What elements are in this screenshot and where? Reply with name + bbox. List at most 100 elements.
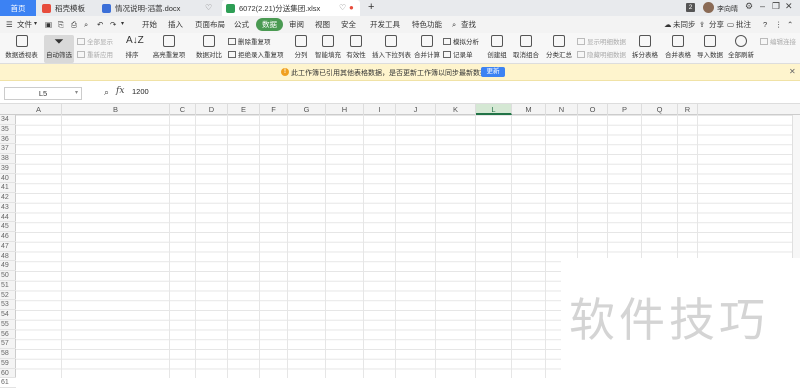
row-header[interactable]: 61: [0, 378, 16, 388]
row-header[interactable]: 49: [0, 261, 16, 271]
new-tab-button[interactable]: +: [368, 1, 374, 13]
row-header[interactable]: 42: [0, 193, 16, 203]
row-header[interactable]: 48: [0, 252, 16, 262]
fx-icon[interactable]: fx: [116, 86, 124, 96]
share-button[interactable]: 分享: [709, 18, 724, 31]
menu-file[interactable]: 文件: [17, 18, 32, 31]
user-name[interactable]: 李向晴: [717, 4, 738, 14]
show-all-button[interactable]: 全部显示: [77, 37, 113, 48]
column-header[interactable]: R: [678, 104, 698, 115]
menu-view[interactable]: 视图: [315, 18, 330, 31]
row-header[interactable]: 44: [0, 213, 16, 223]
hide-detail-button[interactable]: 隐藏明细数据: [577, 50, 626, 61]
window-count-badge[interactable]: 2: [686, 3, 695, 12]
tab-pin-icon[interactable]: ♡: [205, 3, 212, 12]
insert-dropdown-button[interactable]: 插入下拉列表: [372, 35, 411, 63]
row-header[interactable]: 46: [0, 232, 16, 242]
menu-insert[interactable]: 插入: [168, 18, 183, 31]
save-icon[interactable]: ▣: [45, 18, 52, 31]
more-icon[interactable]: ⋮: [775, 18, 783, 31]
tab-pin-icon[interactable]: ♡: [339, 3, 346, 12]
column-header[interactable]: D: [196, 104, 228, 115]
row-header[interactable]: 52: [0, 291, 16, 301]
avatar[interactable]: [703, 2, 714, 13]
minimize-icon[interactable]: –: [760, 1, 765, 11]
row-header[interactable]: 55: [0, 320, 16, 330]
sort-button[interactable]: A↓Z 排序: [118, 35, 146, 63]
menu-special[interactable]: 特色功能: [412, 18, 442, 31]
reject-duplicates-button[interactable]: 拒绝录入重复项: [228, 50, 284, 61]
update-button[interactable]: 更新: [481, 67, 505, 77]
merge-table-button[interactable]: 合并表格: [663, 35, 693, 63]
preview-icon[interactable]: ⌕: [84, 18, 88, 31]
column-header[interactable]: H: [326, 104, 364, 115]
redo-icon[interactable]: ↷: [110, 18, 116, 31]
record-form-button[interactable]: 记录单: [443, 50, 473, 61]
row-header[interactable]: 47: [0, 242, 16, 252]
column-header[interactable]: C: [170, 104, 196, 115]
chevron-down-icon[interactable]: ▾: [34, 18, 37, 31]
smart-fill-button[interactable]: 智能填充: [314, 35, 342, 63]
row-header[interactable]: 59: [0, 359, 16, 369]
print-icon[interactable]: ⎙: [71, 18, 77, 31]
formula-input[interactable]: 1200: [132, 87, 149, 96]
column-header[interactable]: Q: [642, 104, 678, 115]
validity-button[interactable]: 有效性: [344, 35, 368, 63]
highlight-duplicates-button[interactable]: 高亮重复项: [150, 35, 188, 63]
ungroup-button[interactable]: 取消组合: [511, 35, 541, 63]
split-table-button[interactable]: 拆分表格: [630, 35, 660, 63]
column-header[interactable]: O: [578, 104, 608, 115]
column-header[interactable]: A: [16, 104, 62, 115]
column-header[interactable]: J: [396, 104, 436, 115]
menu-formula[interactable]: 公式: [234, 18, 249, 31]
row-header[interactable]: 57: [0, 339, 16, 349]
row-header[interactable]: 41: [0, 183, 16, 193]
row-header[interactable]: 43: [0, 203, 16, 213]
menu-page-layout[interactable]: 页面布局: [195, 18, 225, 31]
menu-search[interactable]: 查找: [461, 18, 476, 31]
close-icon[interactable]: ✕: [785, 1, 793, 12]
row-header[interactable]: 34: [0, 115, 16, 125]
row-header[interactable]: 35: [0, 125, 16, 135]
tab-home[interactable]: 首页: [0, 0, 36, 16]
delete-duplicates-button[interactable]: 删除重复项: [228, 37, 271, 48]
tab-daoke-template[interactable]: 稻壳模板: [38, 0, 98, 16]
menu-developer[interactable]: 开发工具: [370, 18, 400, 31]
column-header[interactable]: P: [608, 104, 642, 115]
row-header[interactable]: 36: [0, 135, 16, 145]
row-header[interactable]: 51: [0, 281, 16, 291]
row-header[interactable]: 37: [0, 144, 16, 154]
edit-link-button[interactable]: 编辑连接: [760, 37, 796, 48]
column-header[interactable]: B: [62, 104, 170, 115]
zoom-icon[interactable]: ⌕: [104, 87, 109, 98]
row-header[interactable]: 60: [0, 369, 16, 379]
subtotal-button[interactable]: 分类汇总: [545, 35, 573, 63]
chevron-down-icon[interactable]: ▾: [121, 18, 124, 31]
search-icon[interactable]: ⌕: [452, 18, 456, 31]
column-header[interactable]: N: [546, 104, 578, 115]
row-header[interactable]: 38: [0, 154, 16, 164]
collapse-ribbon-icon[interactable]: ⌃: [787, 18, 793, 31]
hamburger-icon[interactable]: ☰: [6, 18, 13, 31]
tab-word-doc[interactable]: 情况说明-滔蒿.docx: [98, 0, 218, 16]
create-group-button[interactable]: 创建组: [486, 35, 508, 63]
row-header[interactable]: 45: [0, 222, 16, 232]
menu-security[interactable]: 安全: [341, 18, 356, 31]
split-column-button[interactable]: 分列: [290, 35, 312, 63]
import-data-button[interactable]: 导入数据: [697, 35, 723, 63]
menu-home[interactable]: 开始: [142, 18, 157, 31]
export-pdf-icon[interactable]: ⎘: [58, 18, 64, 31]
simulate-analysis-button[interactable]: 模拟分析: [443, 37, 479, 48]
column-header[interactable]: E: [228, 104, 260, 115]
sync-status[interactable]: 未同步: [673, 18, 696, 31]
refresh-all-button[interactable]: 全部刷新: [726, 35, 756, 63]
menu-review[interactable]: 审阅: [289, 18, 304, 31]
column-header[interactable]: K: [436, 104, 476, 115]
column-header[interactable]: G: [288, 104, 326, 115]
undo-icon[interactable]: ↶: [97, 18, 103, 31]
reapply-button[interactable]: 重新应用: [77, 50, 113, 61]
help-icon[interactable]: ?: [763, 18, 767, 31]
row-header[interactable]: 54: [0, 310, 16, 320]
column-header[interactable]: F: [260, 104, 288, 115]
data-compare-button[interactable]: 数据对比: [192, 35, 226, 63]
